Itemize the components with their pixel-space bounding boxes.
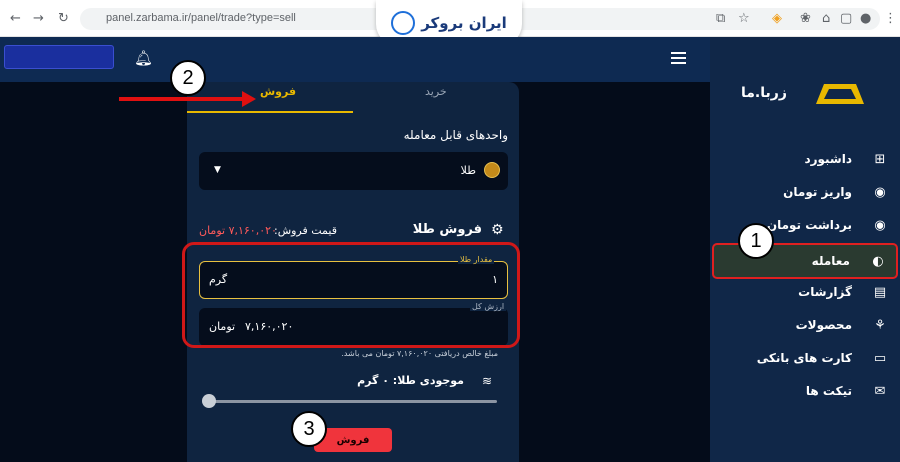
active-tab-indicator <box>187 111 353 113</box>
ticket-icon: ✉ <box>874 384 886 399</box>
sidebar-item-products[interactable]: ⚘ محصولات <box>712 311 898 341</box>
balance-icon: ≋ <box>482 374 493 388</box>
sell-price-value: ۷,۱۶۰,۰۲۰ تومان <box>199 224 277 237</box>
bookmark-star-icon[interactable]: ☆ <box>738 11 750 26</box>
logo-text: زربا.ما <box>741 85 787 101</box>
sidebar-item-label: داشبورد <box>804 152 852 166</box>
sidebar-item-deposit[interactable]: ◉ واریز تومان <box>712 178 898 208</box>
logo-mark-icon <box>816 84 864 104</box>
units-label: واحدهای قابل معامله <box>403 128 508 142</box>
user-account-button[interactable] <box>4 45 114 69</box>
sidebar-item-label: گزارشات <box>798 285 852 299</box>
callout-1: 1 <box>738 223 774 259</box>
amount-slider-track[interactable] <box>207 400 497 403</box>
annotation-arrow <box>119 97 245 101</box>
brand-text: ایران بروکر <box>421 14 507 32</box>
trade-icon: ◐ <box>872 254 884 269</box>
annotation-arrow-head <box>242 91 256 107</box>
extension-2-icon[interactable]: ❀ <box>800 11 811 26</box>
net-amount-note: مبلغ خالص دریافتی ۷,۱۶۰,۰۲۰ تومان می باش… <box>341 349 498 358</box>
reload-icon[interactable]: ↻ <box>58 11 69 26</box>
amount-slider-handle[interactable] <box>202 394 216 408</box>
sidebar-item-dashboard[interactable]: ⊞ داشبورد <box>712 145 898 175</box>
grid-icon: ⊞ <box>874 152 886 167</box>
sidebar-item-reports[interactable]: ▤ گزارشات <box>712 278 898 308</box>
callout-3: 3 <box>291 411 327 447</box>
profile-avatar-icon[interactable]: ● <box>860 11 871 26</box>
sidebar-item-label: محصولات <box>795 318 852 332</box>
bell-icon[interactable]: 🔔︎ <box>134 49 153 67</box>
translate-icon[interactable]: ⧉ <box>716 11 725 26</box>
gold-balance: موجودی طلا: ۰ گرم <box>357 374 464 387</box>
sidebar-item-label: کارت های بانکی <box>756 351 852 365</box>
extensions-puzzle-icon[interactable]: ⌂ <box>822 11 830 26</box>
downloads-icon[interactable]: ▢ <box>840 11 852 26</box>
annotation-highlight-box <box>182 242 520 348</box>
sidebar-item-label: برداشت تومان <box>766 218 852 232</box>
tab-buy[interactable]: خرید <box>425 85 447 98</box>
extension-icon[interactable]: ◈ <box>772 11 782 26</box>
gold-trade-icon: ⚙ <box>491 222 504 238</box>
chevron-down-icon[interactable]: ▼ <box>214 165 221 175</box>
url-text[interactable]: panel.zarbama.ir/panel/trade?type=sell <box>106 12 296 24</box>
gold-coin-icon <box>484 162 500 178</box>
sidebar-item-label: تیکت ها <box>805 384 852 398</box>
selected-unit: طلا <box>460 164 476 177</box>
back-icon[interactable]: ← <box>10 11 21 26</box>
sidebar-item-label: معامله <box>811 254 850 268</box>
coin-withdraw-icon: ◉ <box>874 218 886 233</box>
tab-sell[interactable]: فروش <box>260 85 296 98</box>
callout-2: 2 <box>170 60 206 96</box>
products-icon: ⚘ <box>874 318 886 333</box>
coin-deposit-icon: ◉ <box>874 185 886 200</box>
sidebar-item-bank-cards[interactable]: ▭ کارت های بانکی <box>712 344 898 374</box>
report-icon: ▤ <box>873 285 887 300</box>
chart-logo-icon <box>391 11 416 35</box>
sidebar-item-label: واریز تومان <box>783 185 852 199</box>
forward-icon[interactable]: → <box>33 11 44 26</box>
browser-menu-icon[interactable]: ⋮ <box>884 11 897 26</box>
section-title: فروش طلا <box>412 222 482 237</box>
sell-price-label: قیمت فروش: <box>273 224 337 237</box>
hamburger-menu-icon[interactable] <box>671 52 686 67</box>
bank-card-icon: ▭ <box>873 351 887 366</box>
sidebar-item-tickets[interactable]: ✉ تیکت ها <box>712 377 898 407</box>
